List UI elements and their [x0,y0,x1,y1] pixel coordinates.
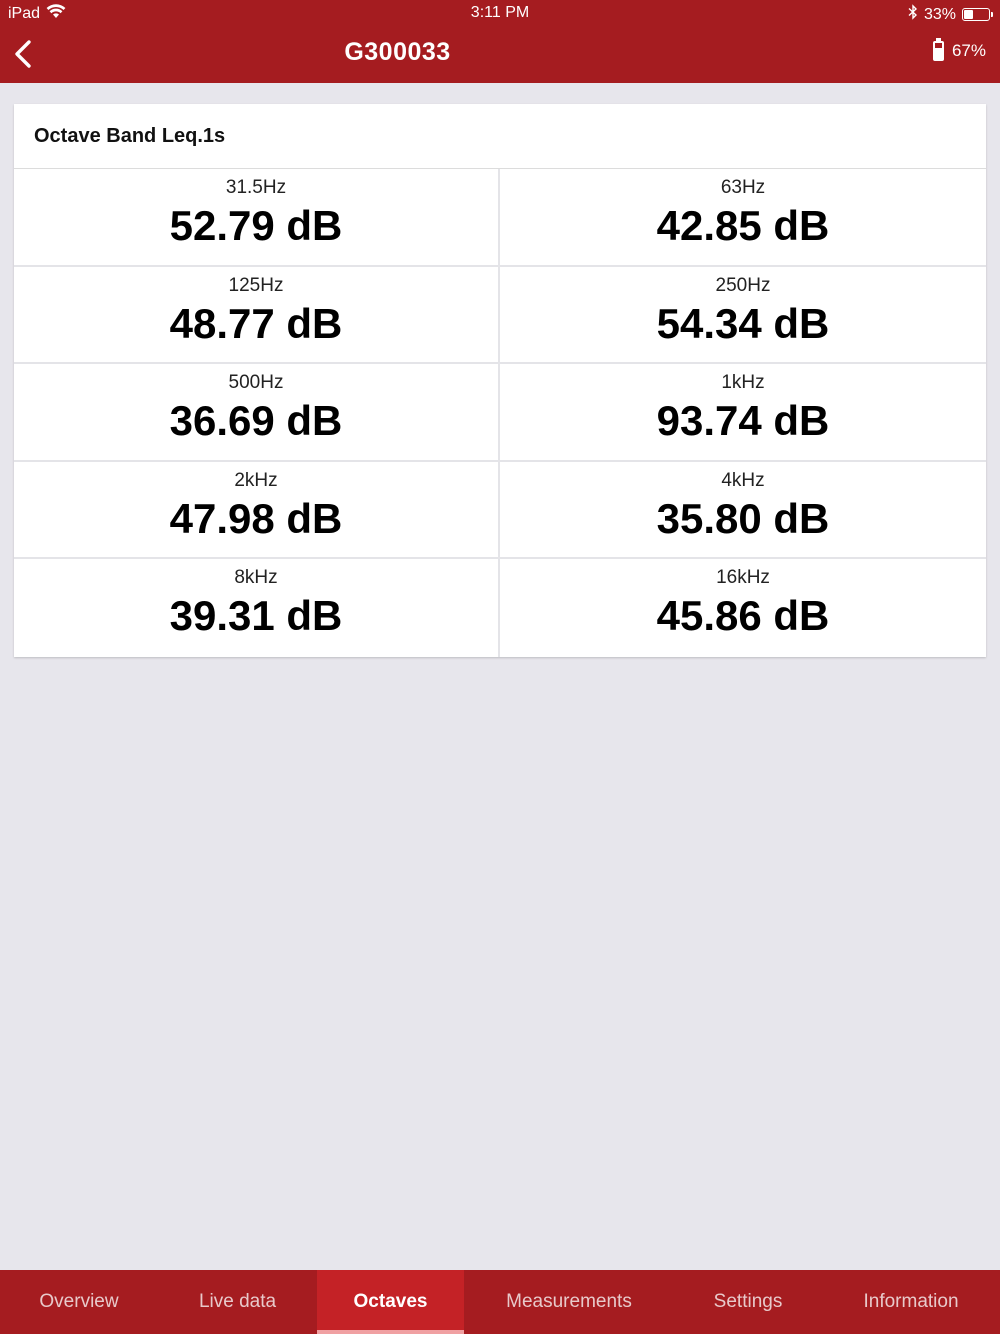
card-title: Octave Band Leq.1s [14,104,986,169]
band-frequency: 8kHz [234,567,278,589]
tab-measurements[interactable]: Measurements [464,1270,674,1334]
band-frequency: 2kHz [234,469,278,491]
device-battery-percent: 67% [951,41,986,60]
band-cell-1khz: 1kHz 93.74 dB [500,364,986,462]
battery-icon [962,8,993,21]
band-level: 39.31 dB [169,592,343,640]
band-frequency: 500Hz [228,372,284,394]
band-frequency: 250Hz [715,274,771,296]
band-level: 35.80 dB [656,494,830,542]
status-time: 3:11 PM [470,4,530,21]
band-cell-250hz: 250Hz 54.34 dB [500,267,986,365]
band-frequency: 4kHz [721,469,765,491]
battery-level [964,10,973,19]
band-level: 47.98 dB [169,494,343,542]
band-frequency: 31.5Hz [225,177,287,198]
band-level: 42.85 dB [656,202,830,249]
bluetooth-icon [908,4,918,25]
tab-bar: Overview Live data Octaves Measurements … [0,1270,1000,1334]
tab-overview[interactable]: Overview [0,1270,158,1334]
band-level: 54.34 dB [656,299,830,347]
device-battery-icon [932,38,944,61]
tab-live-data[interactable]: Live data [158,1270,317,1334]
tab-information[interactable]: Information [822,1270,1000,1334]
tab-octaves[interactable]: Octaves [317,1270,464,1334]
device-battery: 67% [932,38,986,61]
band-cell-500hz: 500Hz 36.69 dB [14,364,500,462]
band-level: 52.79 dB [169,202,343,249]
band-frequency: 1kHz [721,372,765,394]
battery-percent: 33% [923,5,956,23]
band-level: 36.69 dB [169,397,343,445]
band-cell-4khz: 4kHz 35.80 dB [500,462,986,560]
page-title: G300033 [344,38,451,66]
band-level: 48.77 dB [169,299,343,347]
top-bar: iPad 3:11 PM 33% G300033 67% [0,0,1000,83]
band-frequency: 63Hz [720,177,766,198]
band-frequency: 125Hz [228,274,284,296]
tab-settings[interactable]: Settings [674,1270,822,1334]
band-frequency: 16kHz [716,567,770,589]
band-level: 45.86 dB [656,592,830,640]
band-cell-2khz: 2kHz 47.98 dB [14,461,500,560]
band-cell-16khz: 16kHz 45.86 dB [500,559,986,657]
band-cell-8khz: 8kHz 39.31 dB [14,559,500,657]
band-cell-125hz: 125Hz 48.77 dB [14,266,500,365]
band-level: 93.74 dB [656,397,830,445]
band-cell-31-5hz: 31.5Hz 52.79 dB [14,169,500,267]
octave-band-card: Octave Band Leq.1s 31.5Hz 52.79 dB 63Hz … [14,104,986,657]
octave-grid: 31.5Hz 52.79 dB 63Hz 42.85 dB 125Hz 48.7… [14,169,986,657]
status-right: 33% [908,4,993,25]
band-cell-63hz: 63Hz 42.85 dB [500,169,986,267]
